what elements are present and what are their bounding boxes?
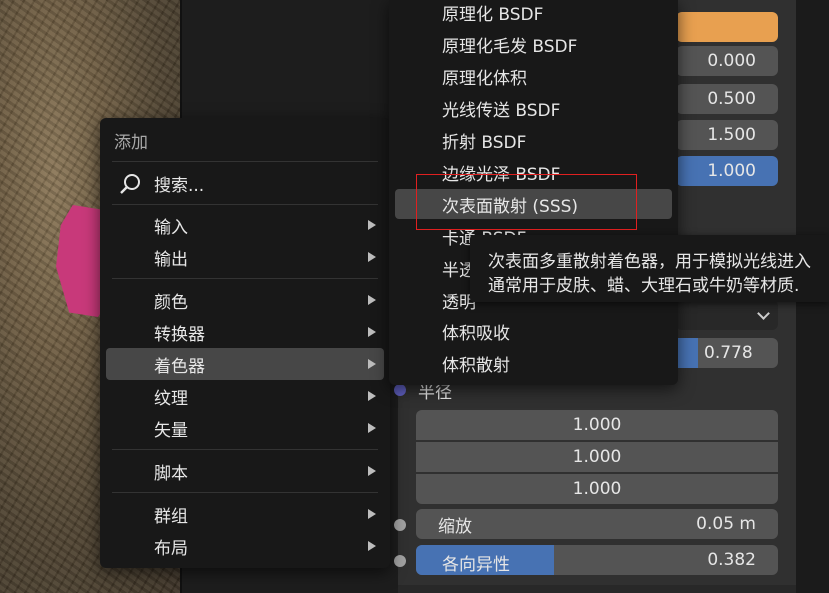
menu-item-texture[interactable]: 纹理 <box>106 380 384 412</box>
menu-item-label: 脚本 <box>154 463 188 484</box>
submenu-arrow-icon <box>368 423 376 433</box>
shader-item-label: 体积散射 <box>442 355 510 376</box>
submenu-arrow-icon <box>368 295 376 305</box>
menu-divider <box>112 204 378 205</box>
add-menu: 添加 搜索... 输入 输出 颜色 转换器 着色器 纹理 矢量 脚本 群组 布局 <box>100 118 390 568</box>
shader-item[interactable]: 原理化体积 <box>395 61 672 91</box>
menu-item-output[interactable]: 输出 <box>106 241 384 273</box>
menu-item-label: 输出 <box>154 249 188 270</box>
menu-item-color[interactable]: 颜色 <box>106 284 384 316</box>
menu-item-layout[interactable]: 布局 <box>106 530 384 562</box>
tooltip-line: 次表面多重散射着色器，用于模拟光线进入 <box>488 252 811 272</box>
shader-item-label: 光线传送 BSDF <box>442 100 561 121</box>
add-menu-title: 添加 <box>114 133 148 153</box>
anisotropy-label: 各向异性 <box>442 555 510 575</box>
menu-item-group[interactable]: 群组 <box>106 498 384 530</box>
radius-z-field[interactable]: 1.000 <box>416 474 778 504</box>
search-item[interactable]: 搜索... <box>106 166 384 200</box>
radius-x-field[interactable]: 1.000 <box>416 410 778 440</box>
node-field[interactable]: 0.000 <box>676 46 778 76</box>
scale-value: 0.05 m <box>696 514 756 534</box>
menu-item-label: 颜色 <box>154 292 188 313</box>
menu-divider <box>112 278 378 279</box>
menu-item-shader[interactable]: 着色器 <box>106 348 384 380</box>
menu-divider <box>112 449 378 450</box>
submenu-arrow-icon <box>368 509 376 519</box>
menu-item-label: 着色器 <box>154 356 205 377</box>
chevron-down-icon <box>757 306 770 320</box>
scale-label: 缩放 <box>438 516 472 537</box>
menu-item-script[interactable]: 脚本 <box>106 455 384 487</box>
node-slider-value: 0.778 <box>704 343 753 363</box>
menu-item-label: 转换器 <box>154 324 205 345</box>
submenu-arrow-icon <box>368 359 376 369</box>
menu-item-label: 纹理 <box>154 388 188 409</box>
anisotropy-slider[interactable]: 各向异性 0.382 <box>416 545 778 575</box>
menu-item-input[interactable]: 输入 <box>106 209 384 241</box>
menu-divider <box>112 492 378 493</box>
tooltip-line: 通常用于皮肤、蜡、大理石或牛奶等材质. <box>488 276 800 296</box>
menu-item-converter[interactable]: 转换器 <box>106 316 384 348</box>
shader-item-label: 体积吸收 <box>442 323 510 344</box>
radius-socket[interactable] <box>394 384 406 396</box>
submenu-arrow-icon <box>368 466 376 476</box>
shader-item[interactable]: 体积吸收 <box>395 316 672 346</box>
scale-field[interactable]: 缩放 0.05 m <box>416 509 778 539</box>
shader-item[interactable]: 原理化毛发 BSDF <box>395 29 672 59</box>
shader-item[interactable]: 原理化 BSDF <box>395 0 672 27</box>
anisotropy-socket[interactable] <box>394 555 406 567</box>
radius-y-field[interactable]: 1.000 <box>416 442 778 472</box>
submenu-arrow-icon <box>368 541 376 551</box>
dropdown-field[interactable] <box>676 300 778 330</box>
anisotropy-value: 0.382 <box>707 550 756 570</box>
search-icon <box>120 174 140 194</box>
highlight-box <box>416 174 637 230</box>
menu-item-vector[interactable]: 矢量 <box>106 412 384 444</box>
shader-item-label: 折射 BSDF <box>442 132 527 153</box>
menu-item-label: 群组 <box>154 506 188 527</box>
submenu-arrow-icon <box>368 391 376 401</box>
menu-item-label: 布局 <box>154 538 188 559</box>
node-slider[interactable]: 0.778 <box>676 338 778 368</box>
shader-item[interactable]: 折射 BSDF <box>395 125 672 155</box>
menu-divider <box>112 161 378 162</box>
submenu-arrow-icon <box>368 252 376 262</box>
shader-item-label: 原理化体积 <box>442 68 527 89</box>
shader-item-label: 原理化 BSDF <box>442 4 544 25</box>
node-field[interactable]: 1.000 <box>676 156 778 186</box>
search-label: 搜索... <box>154 175 205 196</box>
base-color-swatch[interactable] <box>676 12 778 42</box>
shader-item[interactable]: 光线传送 BSDF <box>395 93 672 123</box>
submenu-arrow-icon <box>368 220 376 230</box>
scale-socket[interactable] <box>394 519 406 531</box>
node-slider-fill <box>676 338 698 368</box>
submenu-arrow-icon <box>368 327 376 337</box>
menu-item-label: 输入 <box>154 217 188 238</box>
shader-item[interactable]: 体积散射 <box>395 348 672 378</box>
node-field[interactable]: 1.500 <box>676 120 778 150</box>
node-field[interactable]: 0.500 <box>676 84 778 114</box>
node-footer <box>398 585 796 593</box>
shader-item-label: 原理化毛发 BSDF <box>442 36 578 57</box>
menu-item-label: 矢量 <box>154 420 188 441</box>
tooltip: 次表面多重散射着色器，用于模拟光线进入 通常用于皮肤、蜡、大理石或牛奶等材质. <box>470 235 829 302</box>
